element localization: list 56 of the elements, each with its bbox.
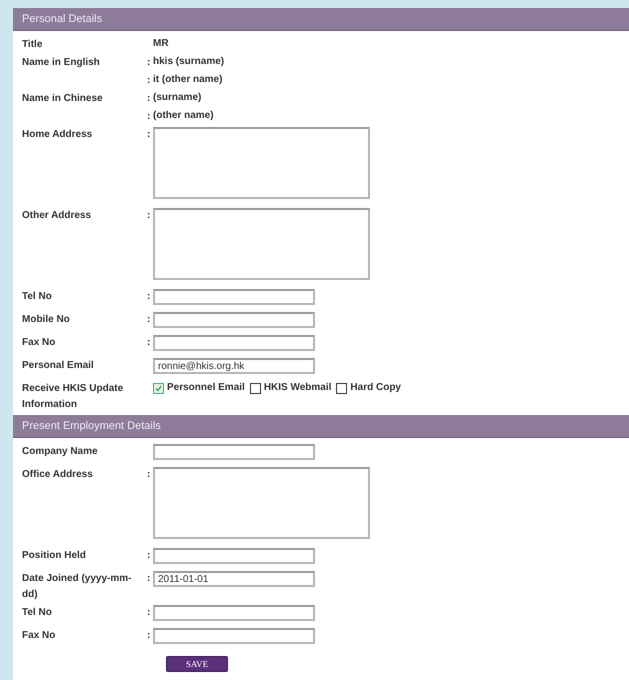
field-label: Company Name	[22, 445, 99, 459]
field-label: Mobile No	[22, 313, 71, 327]
colon-separator: :	[147, 336, 152, 350]
field-label: Name in English	[22, 56, 101, 70]
field-label: Personal Email	[22, 359, 95, 373]
colon-separator: :	[147, 606, 152, 620]
colon-separator: :	[147, 92, 152, 106]
input-field[interactable]	[153, 312, 315, 328]
input-field[interactable]	[153, 628, 315, 644]
checkbox-label: Hard Copy	[350, 382, 401, 394]
address-textarea[interactable]	[153, 127, 370, 199]
colon-separator: :	[147, 56, 152, 70]
checkbox[interactable]	[250, 382, 261, 394]
field-label: Home Address	[22, 128, 94, 142]
field-value: (surname)	[153, 92, 202, 103]
colon-separator: :	[147, 209, 152, 223]
colon-separator: :	[147, 74, 152, 88]
section-header: Present Employment Details	[13, 415, 629, 438]
field-label: Tel No	[22, 606, 53, 620]
field-label: Name in Chinese	[22, 92, 104, 106]
colon-separator: :	[147, 110, 152, 124]
input-field[interactable]	[153, 444, 315, 460]
field-label: Other Address	[22, 209, 92, 223]
colon-separator: :	[147, 572, 152, 586]
field-label: Date Joined (yyyy-mm-dd)	[22, 572, 132, 602]
field-value: it (other name)	[153, 74, 222, 85]
address-textarea[interactable]	[153, 467, 370, 539]
colon-separator: :	[147, 468, 152, 482]
input-field[interactable]	[153, 548, 315, 564]
checkbox[interactable]	[336, 382, 348, 394]
colon-separator: :	[147, 549, 152, 563]
field-label: Fax No	[22, 629, 56, 643]
field-value: (other name)	[153, 110, 214, 121]
address-textarea[interactable]	[153, 208, 370, 280]
checkbox[interactable]	[153, 382, 164, 394]
field-label: Title	[22, 38, 44, 52]
colon-separator: :	[147, 313, 152, 327]
checkbox-label: Personnel Email	[167, 382, 245, 394]
section-header: Personal Details	[13, 8, 629, 31]
input-field[interactable]: ronnie@hkis.org.hk	[153, 358, 315, 374]
field-value: MR	[153, 38, 169, 49]
save-button[interactable]: SAVE	[166, 656, 228, 672]
field-label: Receive HKIS Update Information	[22, 382, 124, 412]
input-field[interactable]: 2011-01-01	[153, 571, 315, 587]
input-field[interactable]	[153, 289, 315, 305]
input-field[interactable]	[153, 605, 315, 621]
field-label: Position Held	[22, 549, 87, 563]
field-label: Fax No	[22, 336, 56, 350]
checkbox-label: HKIS Webmail	[264, 382, 332, 394]
colon-separator: :	[147, 290, 152, 304]
colon-separator: :	[147, 128, 152, 142]
field-value: hkis (surname)	[153, 56, 224, 67]
field-label: Tel No	[22, 290, 53, 304]
colon-separator: :	[147, 629, 152, 643]
input-field[interactable]	[153, 335, 315, 351]
field-label: Office Address	[22, 468, 94, 482]
